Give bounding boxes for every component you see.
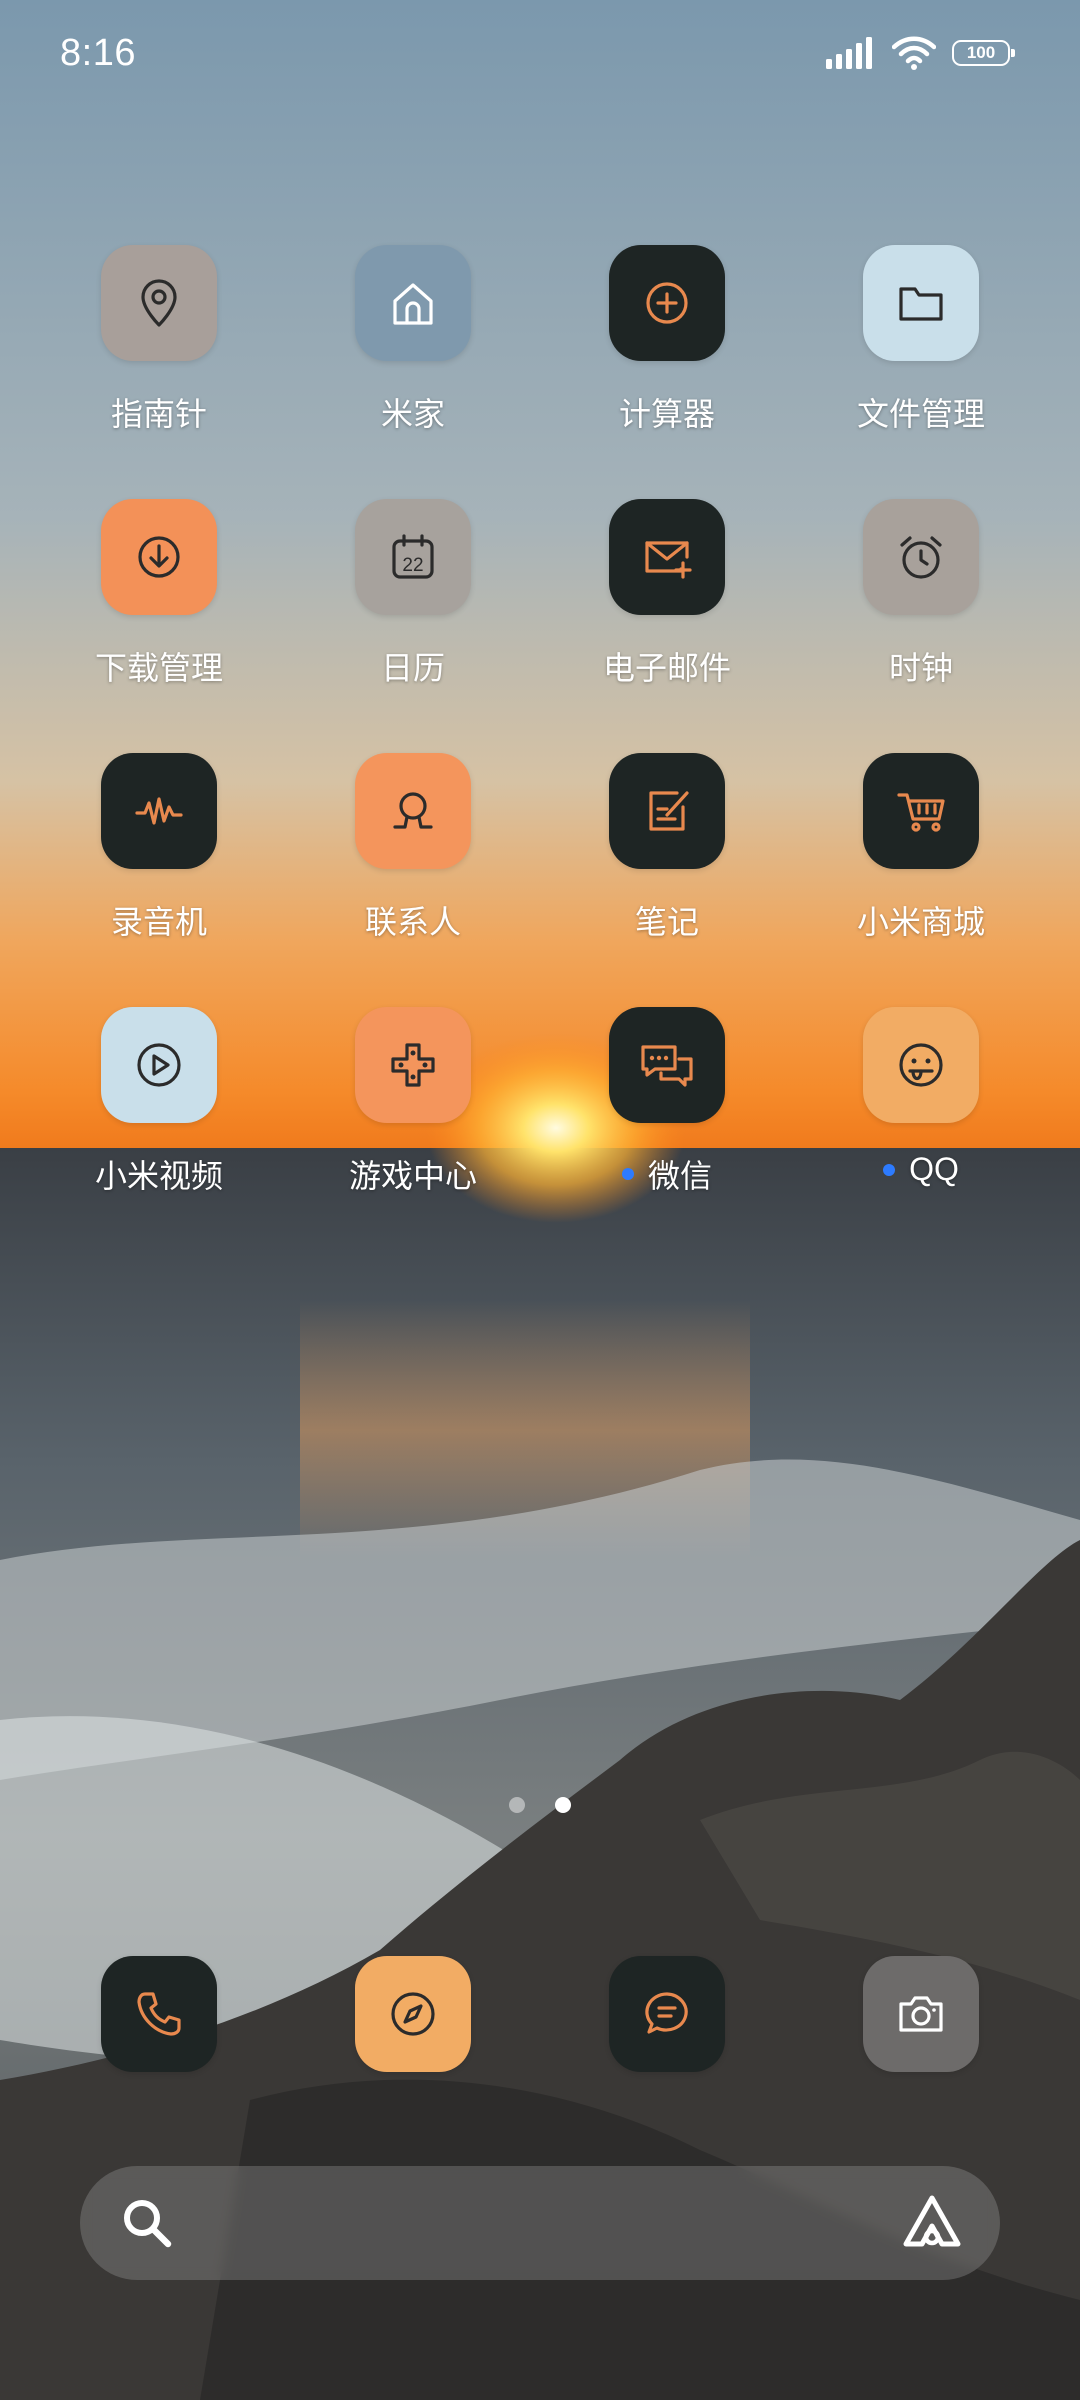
app-download[interactable]: 下载管理	[32, 499, 286, 729]
app-smiley[interactable]: QQ	[794, 1007, 1048, 1237]
app-plus-circle[interactable]: 计算器	[540, 245, 794, 475]
app-label: 日历	[381, 643, 445, 689]
app-label: 小米商城	[857, 897, 985, 943]
phone-icon	[137, 1992, 181, 2036]
assistant-icon[interactable]	[900, 2192, 964, 2252]
app-note[interactable]: 笔记	[540, 753, 794, 983]
notification-dot	[883, 1163, 896, 1176]
home-icon[interactable]	[355, 245, 471, 361]
app-label-text: 日历	[380, 650, 445, 686]
app-contact[interactable]: 联系人	[286, 753, 540, 983]
signal-icon	[826, 37, 872, 69]
contact-icon[interactable]	[355, 753, 471, 869]
app-label: 联系人	[365, 897, 461, 943]
dock-phone-icon[interactable]	[101, 1956, 217, 2072]
app-label-text: 计算器	[618, 396, 715, 432]
app-label-text: QQ	[909, 1151, 959, 1187]
smiley-icon[interactable]	[863, 1007, 979, 1123]
gamepad-icon[interactable]	[355, 1007, 471, 1123]
svg-text:22: 22	[402, 555, 423, 576]
battery-indicator: 100	[952, 40, 1015, 66]
waveform-icon[interactable]	[101, 753, 217, 869]
app-label-text: 笔记	[634, 904, 699, 940]
app-label-text: 文件管理	[856, 396, 985, 432]
app-label-text: 米家	[380, 396, 445, 432]
app-label-text: 游戏中心	[348, 1158, 477, 1194]
dock-message-icon[interactable]	[609, 1956, 725, 2072]
app-calendar[interactable]: 22 日历	[286, 499, 540, 729]
app-label-text: 录音机	[110, 904, 207, 940]
app-label: 米家	[381, 389, 445, 435]
search-bar[interactable]	[80, 2166, 1000, 2280]
app-label: 微信	[621, 1151, 712, 1197]
app-label: 指南针	[111, 389, 207, 435]
alarm-clock-icon[interactable]	[863, 499, 979, 615]
status-icons: 100	[826, 36, 1015, 70]
location-pin-icon[interactable]	[101, 245, 217, 361]
app-mail[interactable]: 电子邮件	[540, 499, 794, 729]
page-dot-1[interactable]	[509, 1797, 525, 1813]
page-indicator	[0, 1797, 1080, 1813]
app-label-text: 时钟	[888, 650, 953, 686]
app-label-text: 微信	[647, 1158, 712, 1194]
dock	[0, 1956, 1080, 2072]
app-label: 录音机	[111, 897, 207, 943]
app-label-text: 联系人	[364, 904, 461, 940]
app-gamepad[interactable]: 游戏中心	[286, 1007, 540, 1237]
cart-icon[interactable]	[863, 753, 979, 869]
app-label: 小米视频	[95, 1151, 223, 1197]
play-icon[interactable]	[101, 1007, 217, 1123]
dock-compass-icon[interactable]	[355, 1956, 471, 2072]
app-folder[interactable]: 文件管理	[794, 245, 1048, 475]
note-icon[interactable]	[609, 753, 725, 869]
dock-camera-icon[interactable]	[863, 1956, 979, 2072]
wifi-icon	[892, 36, 936, 70]
app-label: 计算器	[619, 389, 715, 435]
status-bar: 8:16 100	[0, 0, 1080, 110]
compass-icon	[391, 1992, 435, 2036]
app-waveform[interactable]: 录音机	[32, 753, 286, 983]
app-home[interactable]: 米家	[286, 245, 540, 475]
app-label-text: 小米商城	[856, 904, 985, 940]
calendar-icon[interactable]: 22	[355, 499, 471, 615]
app-location-pin[interactable]: 指南针	[32, 245, 286, 475]
app-play[interactable]: 小米视频	[32, 1007, 286, 1237]
app-label: 时钟	[889, 643, 953, 689]
folder-icon[interactable]	[863, 245, 979, 361]
battery-level: 100	[966, 43, 996, 62]
app-label: QQ	[883, 1151, 959, 1188]
app-label: 笔记	[635, 897, 699, 943]
chat-bubbles-icon[interactable]	[609, 1007, 725, 1123]
mail-icon[interactable]	[609, 499, 725, 615]
app-label-text: 指南针	[110, 396, 207, 432]
app-label: 文件管理	[857, 389, 985, 435]
search-icon[interactable]	[120, 2196, 174, 2250]
app-alarm-clock[interactable]: 时钟	[794, 499, 1048, 729]
app-label-text: 电子邮件	[602, 650, 731, 686]
notification-dot	[621, 1168, 634, 1180]
camera-icon	[899, 1996, 943, 2032]
app-cart[interactable]: 小米商城	[794, 753, 1048, 983]
plus-circle-icon[interactable]	[609, 245, 725, 361]
app-label: 电子邮件	[603, 643, 731, 689]
app-label-text: 小米视频	[94, 1158, 223, 1194]
app-chat-bubbles[interactable]: 微信	[540, 1007, 794, 1237]
app-label: 游戏中心	[349, 1151, 477, 1197]
status-time: 8:16	[60, 32, 136, 74]
download-icon[interactable]	[101, 499, 217, 615]
app-label: 下载管理	[95, 643, 223, 689]
page-dot-2[interactable]	[555, 1797, 571, 1813]
app-label-text: 下载管理	[94, 650, 223, 686]
message-icon	[645, 1992, 688, 2034]
